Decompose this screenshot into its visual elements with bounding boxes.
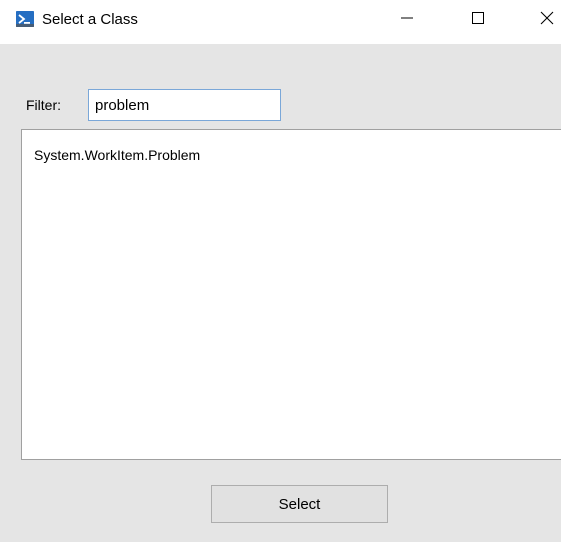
select-class-window: Select a Class Filter: problem System.Wo…: [0, 0, 561, 542]
close-icon: [540, 11, 554, 30]
maximize-button[interactable]: [455, 0, 501, 40]
window-title: Select a Class: [42, 11, 138, 28]
minimize-button[interactable]: [384, 0, 430, 40]
list-item[interactable]: System.WorkItem.Problem: [34, 146, 200, 164]
maximize-icon: [472, 11, 484, 29]
select-button[interactable]: Select: [211, 485, 388, 523]
filter-label: Filter:: [26, 97, 61, 113]
dialog-client-area: Filter: System.WorkItem.Problem Select: [0, 44, 561, 542]
minimize-icon: [401, 11, 413, 29]
title-bar[interactable]: Select a Class: [0, 0, 561, 44]
class-list[interactable]: System.WorkItem.Problem: [21, 129, 561, 460]
close-button[interactable]: [524, 0, 561, 40]
powershell-icon: [16, 10, 34, 28]
filter-input[interactable]: [88, 89, 281, 121]
